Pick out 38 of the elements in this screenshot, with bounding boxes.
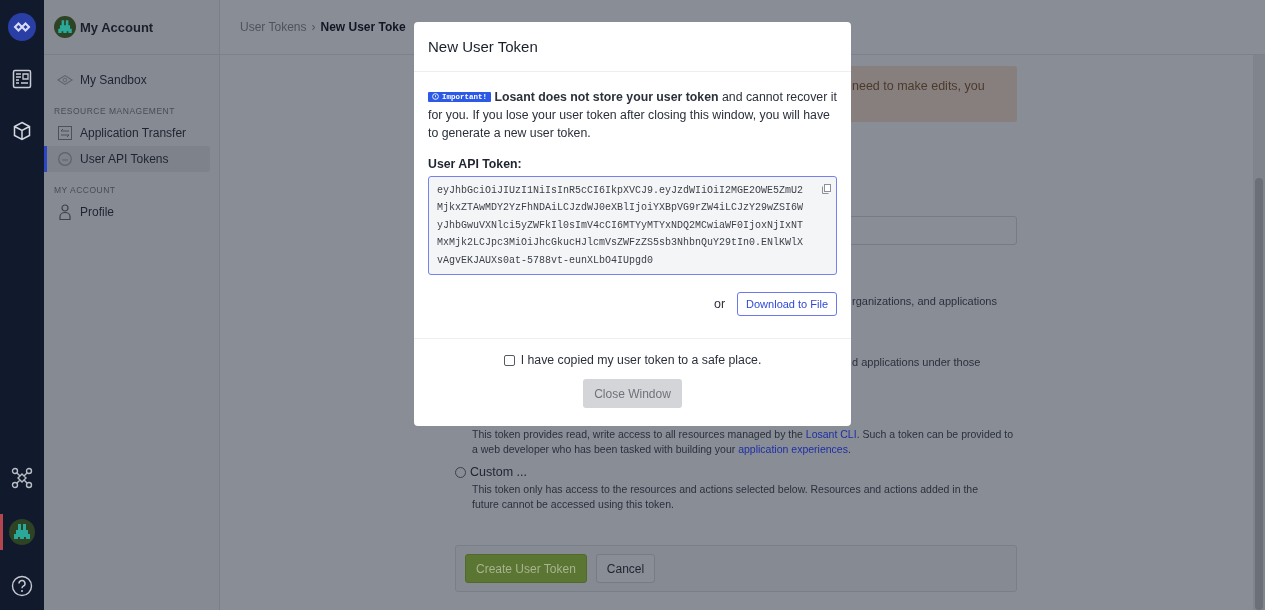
sidebar-item[interactable]: Profile [44, 199, 210, 225]
download-button[interactable]: Download to File [737, 292, 837, 317]
cli-link[interactable]: Losant CLI [805, 428, 857, 440]
token-field[interactable]: eyJhbGciOiJIUzI1NiIsInR5cCI6IkpXVCJ9.eyJzdWIiOiI2MGE2OWE5ZmU2MjkxZTAwMDY2YzFhNDAiLCJzdWJ0eXBlIjoiYXBpVG9rZW4iLCJzY29wZSI6WyJhbGwuVXNlci5yZWFkIl0sImV4cCI6MTYyMTYxNDQ2MCwiaWF0IjoxNjIxNTMxMjk2LCJpc3MiOiJhcGkucHJlcmVsZWFzZS5sb3NhbnQuY29tIn0.ENlKWlXvAgvEKJAUXs0at-5788vt-eunXLbO4IUpgd0 [428, 176, 837, 276]
cancel-button[interactable]: Cancel [595, 554, 656, 583]
logo-icon[interactable] [8, 13, 36, 41]
breadcrumb-item[interactable]: User Tokens [240, 20, 307, 34]
modal-title: New User Token [428, 38, 538, 55]
experiences-link[interactable]: application experiences [738, 443, 848, 455]
transfer-icon [57, 126, 73, 140]
breadcrumb-item: › [311, 20, 316, 34]
option-description: This token provides read, write access to all resources managed by the Losant CLI. Such a token can be provided to a web developer who has been tasked with building your application experiences. [472, 427, 1015, 457]
section-heading: MY ACCOUNT [53, 184, 117, 197]
copy-icon[interactable] [822, 184, 831, 194]
account-title: My Account [80, 19, 154, 35]
sidebar-item[interactable]: My Sandbox [44, 67, 210, 93]
create-button[interactable]: Create User Token [465, 554, 587, 583]
dashboard-icon[interactable] [12, 69, 32, 89]
cube-icon[interactable] [12, 121, 32, 141]
option-description: rganizations, and applications [852, 294, 997, 308]
section-heading: RESOURCE MANAGEMENT [53, 105, 176, 118]
help-icon[interactable] [11, 575, 33, 597]
or-text: or [713, 297, 726, 312]
checkbox[interactable] [503, 354, 515, 366]
breadcrumb-item: New User Toke [320, 20, 406, 34]
avatar-icon[interactable] [9, 519, 35, 545]
sidebar-item[interactable]: User API Tokens [44, 146, 210, 172]
sandbox-icon [57, 74, 73, 86]
checkbox-label: I have copied my user token to a safe place. [520, 353, 762, 367]
option-description: This token only has access to the resources and actions selected below. Resources and actions added in the future cannot be accessed using this token. [472, 482, 980, 512]
sidebar-item[interactable]: Application Transfer [44, 120, 210, 146]
radio-label: Custom ... [470, 465, 527, 479]
avatar-icon [54, 16, 76, 38]
option-description: d applications under those [852, 355, 981, 369]
person-icon [57, 204, 73, 220]
network-icon[interactable] [11, 467, 33, 489]
token-label: User API Token: [428, 157, 523, 171]
warning-text: need to make edits, you [852, 79, 985, 93]
